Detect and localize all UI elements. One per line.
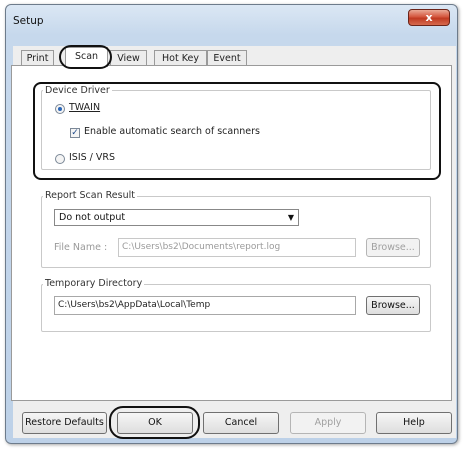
- report-scan-result-label: Report Scan Result: [43, 190, 137, 201]
- cancel-button[interactable]: Cancel: [203, 412, 279, 434]
- close-button[interactable]: x: [408, 9, 450, 26]
- twain-radio[interactable]: [55, 104, 65, 114]
- restore-defaults-button[interactable]: Restore Defaults: [22, 412, 107, 434]
- temporary-directory-label: Temporary Directory: [43, 278, 145, 289]
- help-button[interactable]: Help: [376, 412, 452, 434]
- temp-browse-button[interactable]: Browse...: [366, 296, 420, 315]
- report-output-value: Do not output: [59, 212, 126, 223]
- device-driver-label: Device Driver: [43, 85, 112, 96]
- isis-vrs-label[interactable]: ISIS / VRS: [69, 152, 115, 163]
- close-icon: x: [425, 11, 433, 24]
- auto-search-checkbox[interactable]: ✓: [70, 128, 80, 138]
- checkmark-icon: ✓: [71, 128, 79, 138]
- chevron-down-icon: ▼: [287, 213, 294, 222]
- report-output-select[interactable]: Do not output ▼: [54, 209, 299, 226]
- tab-scan[interactable]: Scan: [65, 47, 108, 67]
- apply-button[interactable]: Apply: [290, 412, 366, 434]
- file-name-input[interactable]: C:\Users\bs2\Documents\report.log: [118, 238, 356, 257]
- twain-label[interactable]: TWAIN: [69, 102, 100, 113]
- isis-vrs-radio[interactable]: [55, 154, 65, 164]
- file-name-label: File Name :: [54, 242, 108, 253]
- temp-directory-input[interactable]: C:\Users\bs2\AppData\Local\Temp: [54, 296, 356, 315]
- report-scan-result-group: [41, 196, 431, 268]
- auto-search-label[interactable]: Enable automatic search of scanners: [84, 126, 260, 137]
- ok-button[interactable]: OK: [117, 412, 193, 434]
- report-browse-button[interactable]: Browse...: [366, 238, 420, 257]
- window-title: Setup: [13, 15, 44, 27]
